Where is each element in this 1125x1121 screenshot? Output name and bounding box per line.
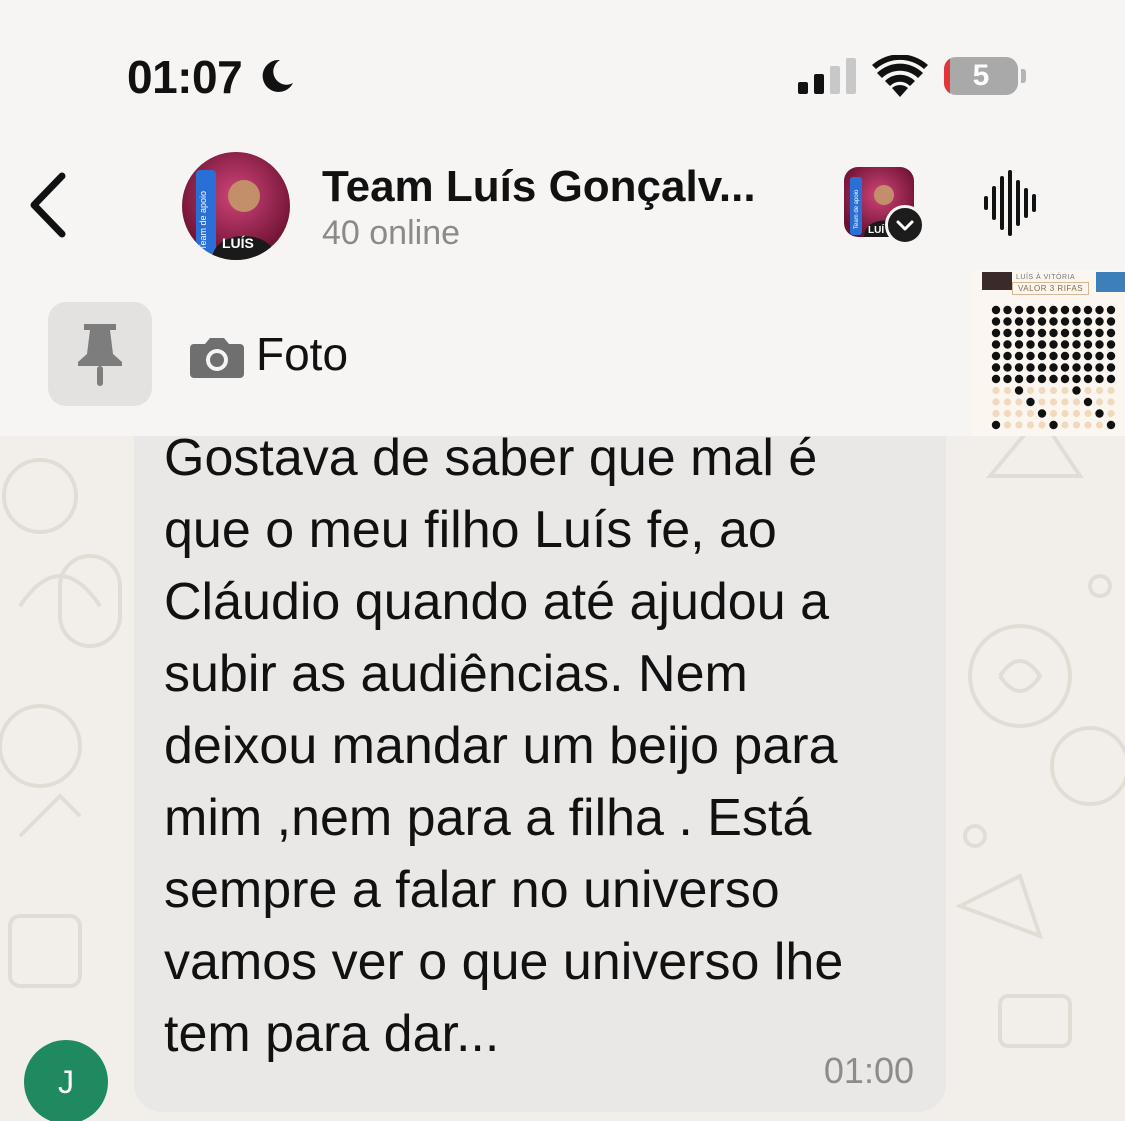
battery-icon: 5: [944, 57, 1026, 95]
battery-level: 5: [972, 59, 990, 92]
chat-area: Gostava de saber que mal é que o meu fil…: [0, 436, 1125, 1121]
wifi-icon: [872, 55, 928, 97]
group-status: 40 online: [322, 214, 461, 252]
message-bubble[interactable]: Gostava de saber que mal é que o meu fil…: [134, 436, 946, 1112]
pin-button[interactable]: [48, 302, 152, 406]
group-avatar[interactable]: Team de apoio LUÍS: [182, 152, 290, 260]
svg-text:LUÍ: LUÍ: [868, 223, 884, 236]
svg-text:Team de apoio: Team de apoio: [198, 191, 208, 250]
pin-icon: [78, 324, 122, 386]
back-button[interactable]: [24, 170, 70, 240]
camera-icon: [190, 338, 244, 378]
message-time: 01:00: [823, 1050, 914, 1091]
status-time: 01:07: [127, 51, 243, 103]
chat-header: Team de apoio LUÍS Team Luís Gonçalv... …: [0, 140, 1125, 270]
moon-icon: [262, 59, 293, 92]
signal-icon: [798, 58, 856, 94]
pinned-message-label: Foto: [256, 328, 349, 380]
pinned-message-bar[interactable]: Foto LUÍS À VITÓRIA VALOR 3 RIFAS: [0, 270, 1125, 436]
waveform-icon[interactable]: [982, 170, 1040, 236]
svg-text:LUÍS: LUÍS: [222, 235, 254, 251]
chevron-down-icon[interactable]: [885, 205, 925, 245]
raffle-grid: [982, 272, 1125, 430]
status-bar: 01:07 5: [0, 0, 1125, 140]
message-text: Gostava de saber que mal é que o meu fil…: [164, 436, 844, 1063]
pinned-thumbnail[interactable]: LUÍS À VITÓRIA VALOR 3 RIFAS: [972, 270, 1125, 436]
sender-avatar[interactable]: J: [24, 1040, 108, 1121]
group-name[interactable]: Team Luís Gonçalv...: [322, 162, 756, 212]
svg-text:Team de apoio: Team de apoio: [854, 189, 860, 229]
